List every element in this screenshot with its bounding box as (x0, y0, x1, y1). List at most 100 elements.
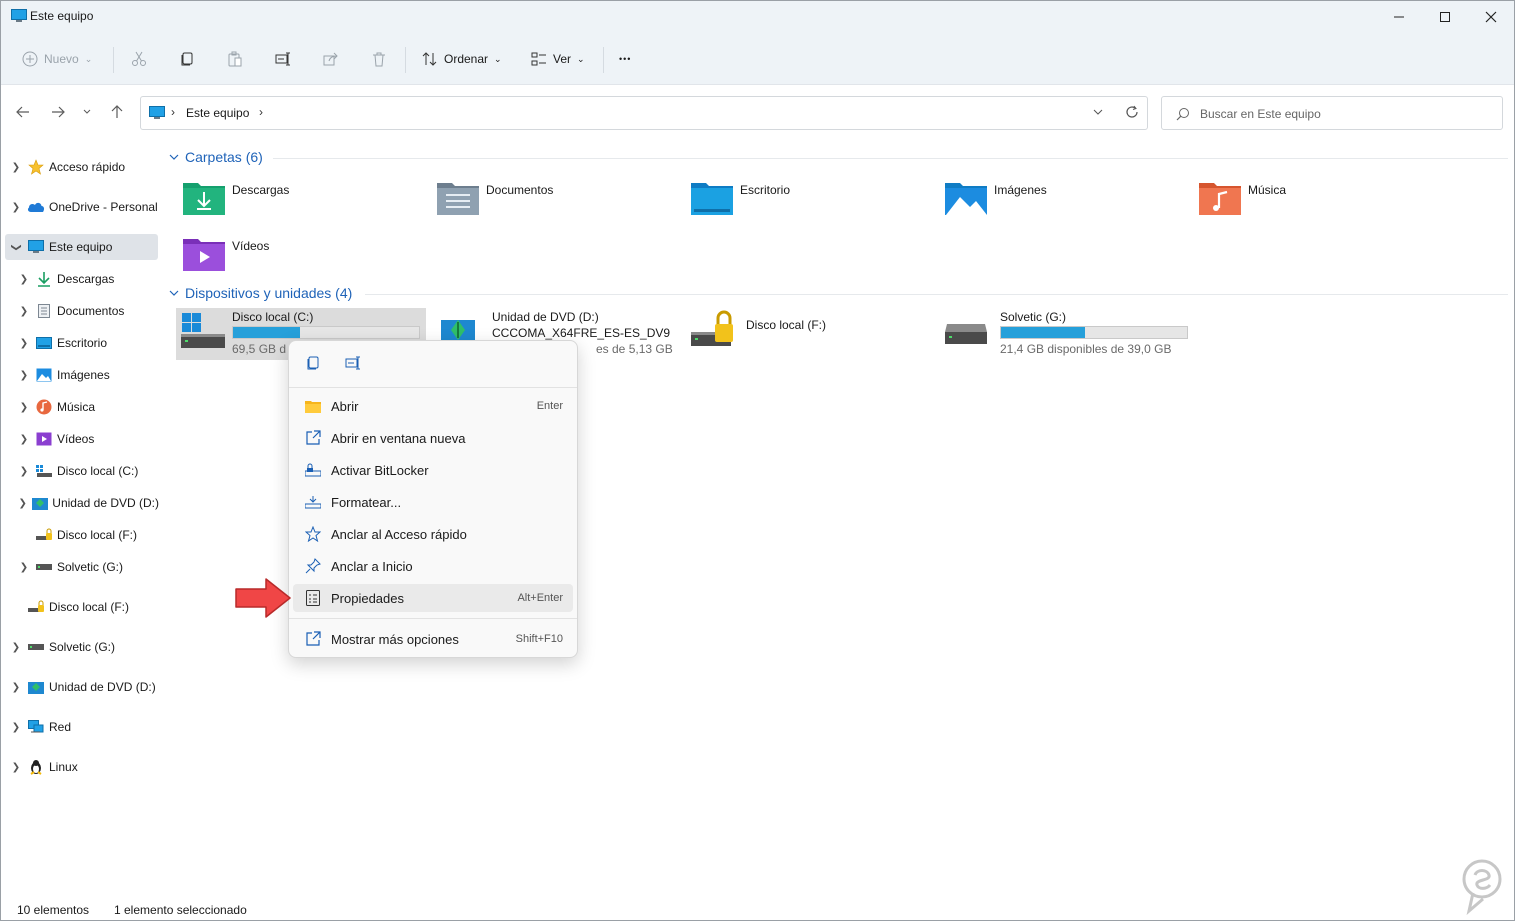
expand-chevron-icon[interactable]: ❯ (17, 434, 31, 445)
rename-icon (345, 356, 360, 370)
drive-f[interactable]: Disco local (F:) (690, 308, 940, 360)
videos-icon (35, 431, 53, 447)
drive-g[interactable]: Solvetic (G:) 21,4 GB disponibles de 39,… (944, 308, 1194, 360)
sidebar-item-pictures[interactable]: ❯ Imágenes (17, 362, 159, 388)
forward-button[interactable] (47, 101, 69, 123)
sidebar-item-music[interactable]: ❯ Música (17, 394, 159, 420)
sidebar-item-label: Vídeos (57, 432, 95, 446)
folder-videos[interactable]: Vídeos (182, 233, 269, 281)
sidebar-item-solvetic[interactable]: ❯ Solvetic (G:) (17, 554, 159, 580)
sidebar-item-network[interactable]: ❯ Red (9, 714, 159, 740)
menu-item-bitlocker[interactable]: Activar BitLocker (293, 456, 573, 484)
sidebar-item-documents[interactable]: ❯ Documentos (17, 298, 159, 324)
devices-section-header[interactable]: Dispositivos y unidades (4) (169, 285, 352, 301)
recent-locations-button[interactable] (78, 101, 96, 123)
linux-icon (27, 759, 45, 775)
refresh-button[interactable] (1125, 105, 1139, 122)
sidebar-item-drive-f[interactable]: Disco local (F:) (17, 522, 159, 548)
pictures-icon (35, 367, 53, 383)
search-input[interactable] (1200, 105, 1490, 123)
new-button[interactable]: Nuevo ⌄ (22, 47, 92, 71)
copy-button[interactable] (179, 47, 195, 71)
sidebar-item-this-pc[interactable]: ❯ Este equipo (5, 234, 158, 260)
folders-section-header[interactable]: Carpetas (6) (169, 149, 263, 165)
menu-item-format[interactable]: Formatear... (293, 488, 573, 516)
share-button[interactable] (323, 47, 339, 71)
computer-icon (27, 239, 45, 255)
sidebar-item-quick-access[interactable]: ❯ Acceso rápido (9, 154, 159, 180)
expand-chevron-icon[interactable]: ❯ (17, 274, 31, 285)
up-button[interactable] (106, 101, 128, 123)
back-button[interactable] (12, 101, 34, 123)
expand-chevron-icon[interactable]: ❯ (17, 338, 31, 349)
sidebar-item-label: Solvetic (G:) (57, 560, 124, 574)
expand-chevron-icon[interactable]: ❯ (9, 682, 23, 693)
format-icon (302, 495, 324, 509)
collapse-chevron-icon[interactable]: ❯ (11, 240, 22, 254)
menu-item-open-new-window[interactable]: Abrir en ventana nueva (293, 424, 573, 452)
sidebar-item-drive-c[interactable]: ❯ Disco local (C:) (17, 458, 159, 484)
command-bar: Nuevo ⌄ Ordenar ⌄ Ver ⌄ ••• (1, 33, 1514, 85)
expand-chevron-icon[interactable]: ❯ (9, 202, 23, 213)
menu-item-label: Activar BitLocker (331, 462, 429, 478)
sidebar-item-downloads[interactable]: ❯ Descargas (17, 266, 159, 292)
title-bar: Este equipo (1, 1, 1514, 33)
sort-label: Ordenar (444, 52, 489, 66)
menu-item-pin-quick-access[interactable]: Anclar al Acceso rápido (293, 520, 573, 548)
rename-button[interactable] (339, 349, 367, 377)
view-button[interactable]: Ver ⌄ (531, 47, 585, 71)
expand-chevron-icon[interactable]: ❯ (9, 722, 23, 733)
address-dropdown-button[interactable] (1093, 105, 1103, 119)
cut-button[interactable] (131, 47, 147, 71)
menu-item-pin-start[interactable]: Anclar a Inicio (293, 552, 573, 580)
delete-button[interactable] (371, 47, 387, 71)
properties-icon (302, 590, 324, 606)
expand-chevron-icon[interactable]: ❯ (17, 466, 31, 477)
search-box[interactable] (1161, 96, 1503, 130)
expand-chevron-icon[interactable]: ❯ (17, 402, 31, 413)
sidebar-item-dvd[interactable]: ❯ Unidad de DVD (D:) (17, 490, 159, 516)
sidebar-item-videos[interactable]: ❯ Vídeos (17, 426, 159, 452)
sidebar-item-onedrive[interactable]: ❯ OneDrive - Personal (9, 194, 159, 220)
drive-name: Disco local (F:) (746, 318, 827, 332)
folder-pictures[interactable]: Imágenes (944, 177, 1047, 225)
expand-chevron-icon[interactable]: ❯ (17, 306, 31, 317)
expand-chevron-icon[interactable]: ❯ (9, 162, 23, 173)
copy-button[interactable] (299, 349, 327, 377)
folder-documents[interactable]: Documentos (436, 177, 553, 225)
menu-item-open[interactable]: Abrir Enter (293, 392, 573, 420)
breadcrumb-este-equipo[interactable]: Este equipo (186, 106, 249, 120)
more-options-button[interactable]: ••• (619, 47, 631, 71)
sidebar-item-linux[interactable]: ❯ Linux (9, 754, 159, 780)
expand-chevron-icon[interactable]: ❯ (17, 562, 31, 573)
rename-button[interactable] (275, 47, 291, 71)
sidebar-item-solvetic-root[interactable]: ❯ Solvetic (G:) (9, 634, 159, 660)
videos-folder-icon (183, 239, 225, 271)
sidebar-item-drive-f-root[interactable]: Disco local (F:) (9, 594, 159, 620)
sort-button[interactable]: Ordenar ⌄ (422, 47, 502, 71)
maximize-button[interactable] (1422, 1, 1468, 33)
view-icon (531, 52, 546, 66)
drive-icon (35, 559, 53, 575)
menu-item-label: Abrir (331, 398, 359, 414)
menu-item-more-options[interactable]: Mostrar más opciones Shift+F10 (293, 625, 573, 653)
close-button[interactable] (1468, 1, 1514, 33)
address-bar[interactable]: › Este equipo › (140, 96, 1148, 130)
menu-item-properties[interactable]: Propiedades Alt+Enter (293, 584, 573, 612)
folder-music[interactable]: Música (1198, 177, 1286, 225)
folder-desktop[interactable]: Escritorio (690, 177, 790, 225)
expand-chevron-icon[interactable]: ❯ (9, 642, 23, 653)
expand-chevron-icon[interactable]: ❯ (17, 498, 28, 509)
breadcrumb-separator-icon[interactable]: › (259, 105, 263, 119)
sidebar-item-desktop[interactable]: ❯ Escritorio (17, 330, 159, 356)
chevron-down-icon: ⌄ (494, 53, 502, 64)
locked-drive-icon (691, 310, 733, 346)
sidebar-item-dvd-root[interactable]: ❯ Unidad de DVD (D:) (9, 674, 159, 700)
expand-chevron-icon[interactable]: ❯ (17, 370, 31, 381)
folder-downloads[interactable]: Descargas (182, 177, 289, 225)
paste-button[interactable] (227, 47, 243, 71)
drive-free-space: 69,5 GB d (232, 342, 287, 356)
expand-chevron-icon[interactable]: ❯ (9, 762, 23, 773)
sidebar-item-label: Disco local (F:) (57, 528, 138, 542)
minimize-button[interactable] (1376, 1, 1422, 33)
